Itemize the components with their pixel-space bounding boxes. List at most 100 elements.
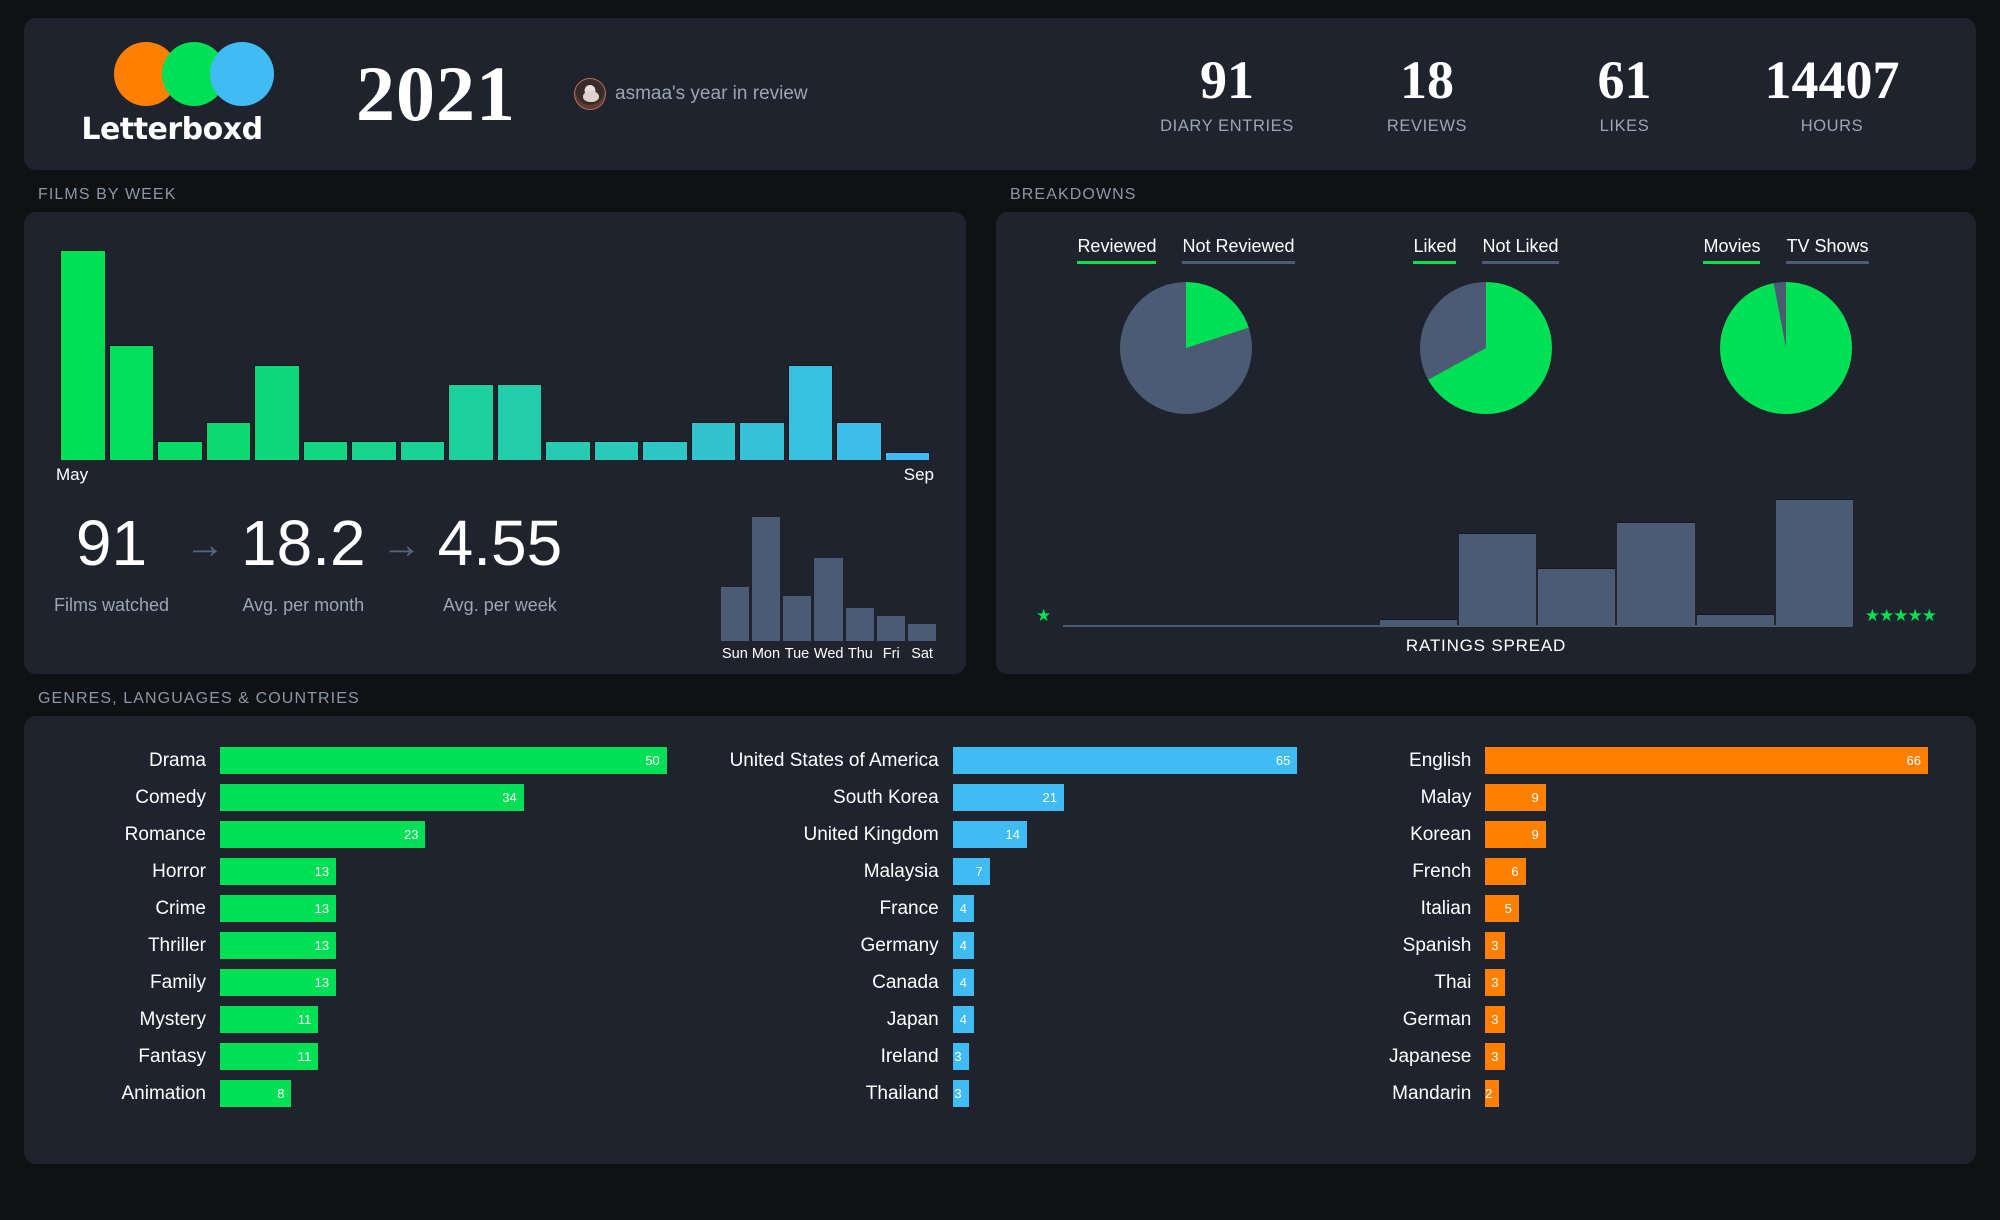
bar-row[interactable]: Germany 4 [703, 927, 1298, 964]
star-low-icon: ★ [1036, 606, 1052, 625]
bar-row[interactable]: Malaysia 7 [703, 853, 1298, 890]
bar-value: 50 [220, 747, 667, 774]
axis-label-end: Sep [903, 465, 934, 484]
bar-value: 66 [1485, 747, 1929, 774]
legend-tv-shows[interactable]: TV Shows [1786, 236, 1869, 264]
day-of-week-label: Mon [751, 646, 781, 662]
bar-row[interactable]: Horror 13 [72, 853, 667, 890]
bar-row[interactable]: French 6 [1333, 853, 1928, 890]
genre-label: Crime [155, 897, 206, 919]
bar-track: 65 [952, 747, 1298, 774]
user-chip[interactable]: asmaa's year in review [574, 78, 808, 110]
bar-value: 6 [1485, 858, 1526, 885]
bar-row[interactable]: German 3 [1333, 1001, 1928, 1038]
bar-value: 4 [952, 895, 974, 922]
pie-chart-reviewed [1120, 282, 1252, 414]
day-of-week-bar [845, 607, 874, 641]
bar-track: 2 [1485, 1080, 1928, 1107]
legend-movies[interactable]: Movies [1703, 236, 1761, 264]
summary-label: Avg. per week [443, 595, 557, 615]
genre-label: Horror [152, 860, 206, 882]
stat-value: 14407 [1764, 49, 1900, 110]
genre-label: Animation [121, 1082, 207, 1104]
header-stats: 91 DIARY ENTRIES 18 REVIEWS 61 LIKES 144… [1127, 49, 1942, 137]
genre-label: Drama [148, 749, 206, 771]
bar-value: 11 [220, 1006, 319, 1033]
bar-value: 3 [952, 1080, 969, 1107]
legend-not-liked[interactable]: Not Liked [1482, 236, 1559, 264]
bar-row[interactable]: United States of America 65 [703, 742, 1298, 779]
pie-legend: Liked Not Liked [1336, 236, 1636, 264]
bar-row[interactable]: Korean 9 [1333, 816, 1928, 853]
bar-row[interactable]: Spanish 3 [1333, 927, 1928, 964]
bar-row[interactable]: Thriller 13 [72, 927, 667, 964]
bar-row[interactable]: Thai 3 [1333, 964, 1928, 1001]
bar-track: 13 [220, 969, 667, 996]
bar-track: 66 [1485, 747, 1929, 774]
letterboxd-logo[interactable]: Letterboxd [58, 41, 286, 147]
legend-reviewed[interactable]: Reviewed [1077, 236, 1157, 264]
avatar[interactable] [574, 78, 606, 110]
bar-row[interactable]: Japanese 3 [1333, 1038, 1928, 1075]
legend-liked[interactable]: Liked [1413, 236, 1457, 264]
films-by-week-card: May Sep 91 Films watched → 18.2 Avg. per… [24, 212, 966, 674]
country-label: Malaysia [863, 860, 939, 882]
bar-row[interactable]: Canada 4 [703, 964, 1298, 1001]
language-label: Mandarin [1392, 1082, 1472, 1104]
genre-label: Comedy [135, 786, 206, 808]
bar-row[interactable]: Romance 23 [72, 816, 667, 853]
stat-label: LIKES [1599, 117, 1650, 136]
bar-row[interactable]: Family 13 [72, 964, 667, 1001]
day-of-week-bar [752, 517, 781, 641]
bar-row[interactable]: Crime 13 [72, 890, 667, 927]
bar-row[interactable]: Thailand 3 [703, 1075, 1298, 1112]
bar-value: 3 [1485, 969, 1506, 996]
pie-charts: Reviewed Not Reviewed Liked Not Liked Mo… [1036, 236, 1936, 414]
films-week-bar [739, 421, 785, 460]
bar-row[interactable]: South Korea 21 [703, 779, 1298, 816]
films-week-bar [205, 421, 251, 460]
day-of-week-labels: Sun Mon Tue Wed Thu Fri Sat [721, 646, 936, 662]
films-week-bar [593, 440, 639, 460]
bar-row[interactable]: Malay 9 [1333, 779, 1928, 816]
bar-row[interactable]: Japan 4 [703, 1001, 1298, 1038]
bar-row[interactable]: Animation 8 [72, 1075, 667, 1112]
bar-row[interactable]: Fantasy 11 [72, 1038, 667, 1075]
stat-hours: 14407 HOURS [1722, 49, 1942, 137]
stat-label: HOURS [1800, 117, 1864, 136]
bar-row[interactable]: Drama 50 [72, 742, 667, 779]
bar-track: 4 [952, 1006, 1298, 1033]
bar-value: 13 [220, 895, 337, 922]
bar-row[interactable]: Italian 5 [1333, 890, 1928, 927]
bar-row[interactable]: Comedy 34 [72, 779, 667, 816]
section-title-breakdowns: BREAKDOWNS [1010, 186, 1137, 203]
day-of-week-label: Tue [784, 646, 810, 662]
stat-label: REVIEWS [1386, 117, 1468, 136]
logo-dot-blue-icon [210, 41, 274, 106]
pie-chart-liked [1420, 282, 1552, 414]
bar-row[interactable]: English 66 [1333, 742, 1929, 779]
bar-value: 9 [1485, 821, 1546, 848]
bar-row[interactable]: Mystery 11 [72, 1001, 667, 1038]
summary-value: 4.55 [437, 507, 563, 579]
legend-not-reviewed[interactable]: Not Reviewed [1182, 236, 1295, 264]
films-week-bar [157, 440, 203, 460]
rating-bar [1379, 619, 1458, 625]
country-label: Germany [860, 934, 939, 956]
bar-row[interactable]: Mandarin 2 [1333, 1075, 1928, 1112]
section-title-genres-languages-countries: GENRES, LANGUAGES & COUNTRIES [38, 690, 360, 707]
stat-value: 91 [1200, 49, 1254, 110]
bar-value: 21 [952, 784, 1065, 811]
bar-track: 3 [952, 1043, 1298, 1070]
ratings-spread-label: RATINGS SPREAD [1405, 636, 1567, 655]
bar-track: 13 [220, 858, 667, 885]
bar-row[interactable]: United Kingdom 14 [703, 816, 1298, 853]
rating-bar [1459, 533, 1537, 625]
stat-value: 61 [1597, 49, 1652, 110]
bar-row[interactable]: France 4 [703, 890, 1298, 927]
day-of-week-bar [814, 558, 843, 641]
axis-label-start: May [56, 465, 89, 484]
country-label: South Korea [833, 786, 939, 808]
bar-track: 3 [1485, 969, 1928, 996]
bar-row[interactable]: Ireland 3 [703, 1038, 1298, 1075]
